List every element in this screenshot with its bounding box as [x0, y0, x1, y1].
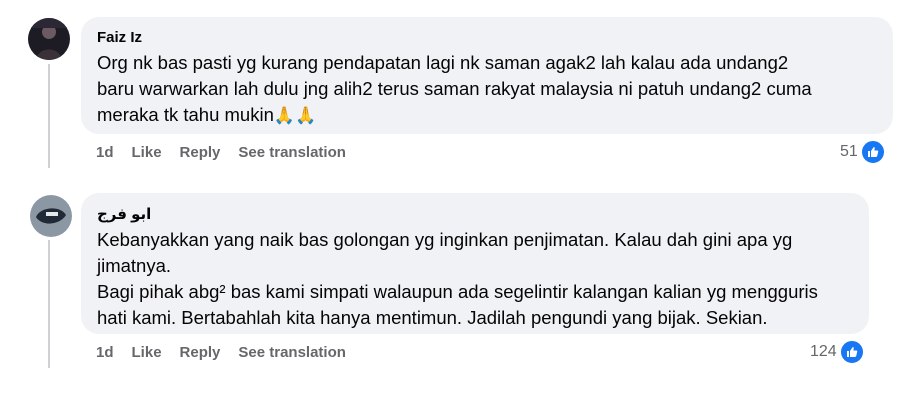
comment-author[interactable]: Faiz Iz: [97, 28, 877, 48]
comment-bubble: ابو فرج Kebanyakkan yang naik bas golong…: [81, 193, 869, 334]
thread-line: [48, 240, 50, 368]
reply-button[interactable]: Reply: [180, 144, 221, 161]
like-thumb-icon: [859, 139, 886, 165]
comment-timestamp[interactable]: 1d: [96, 344, 114, 361]
avatar[interactable]: [28, 18, 70, 60]
comment-text: Kebanyakkan yang naik bas golongan yg in…: [97, 227, 853, 331]
comment-text-line: baru warwarkan lah dulu jng alih2 terus …: [97, 76, 877, 102]
comment-actions: 1d Like Reply See translation: [96, 341, 364, 363]
comment-text-line-span: baru warwarkan lah dulu jng alih2 terus …: [97, 78, 812, 99]
see-translation-link[interactable]: See translation: [238, 344, 346, 361]
comment-text: Org nk bas pasti yg kurang pendapatan la…: [97, 50, 877, 129]
like-button[interactable]: Like: [132, 344, 162, 361]
reaction-count: 124: [810, 343, 837, 360]
comment-text-line: Org nk bas pasti yg kurang pendapatan la…: [97, 52, 789, 73]
comment-bubble: Faiz Iz Org nk bas pasti yg kurang penda…: [81, 17, 893, 134]
comment-text-line: hati kami. Bertabahlah kita hanya mentim…: [97, 307, 768, 328]
like-button[interactable]: Like: [132, 144, 162, 161]
reaction-summary[interactable]: 124: [810, 339, 865, 365]
avatar-image: [30, 195, 72, 237]
comment-timestamp[interactable]: 1d: [96, 144, 114, 161]
comment-text-line: jimatnya.: [97, 255, 172, 276]
reaction-summary[interactable]: 51: [840, 139, 886, 165]
folded-hands-emoji-icon: 🙏🙏: [273, 106, 317, 125]
comment-text-line: Kebanyakkan yang naik bas golongan yg in…: [97, 229, 793, 250]
see-translation-link[interactable]: See translation: [238, 144, 346, 161]
like-thumb-icon: [838, 339, 865, 365]
comment-author[interactable]: ابو فرج: [97, 205, 853, 225]
reaction-count: 51: [840, 143, 858, 160]
comment-actions: 1d Like Reply See translation: [96, 141, 364, 163]
comment-text-line: meraka tk tahu mukin🙏🙏: [97, 102, 877, 129]
comment-text-line-span: meraka tk tahu mukin: [97, 104, 274, 125]
reply-button[interactable]: Reply: [180, 344, 221, 361]
avatar[interactable]: [30, 195, 72, 237]
avatar-image: [28, 18, 70, 60]
comment-text-line: Bagi pihak abg² bas kami simpati walaupu…: [97, 281, 818, 302]
thread-line: [48, 64, 50, 168]
